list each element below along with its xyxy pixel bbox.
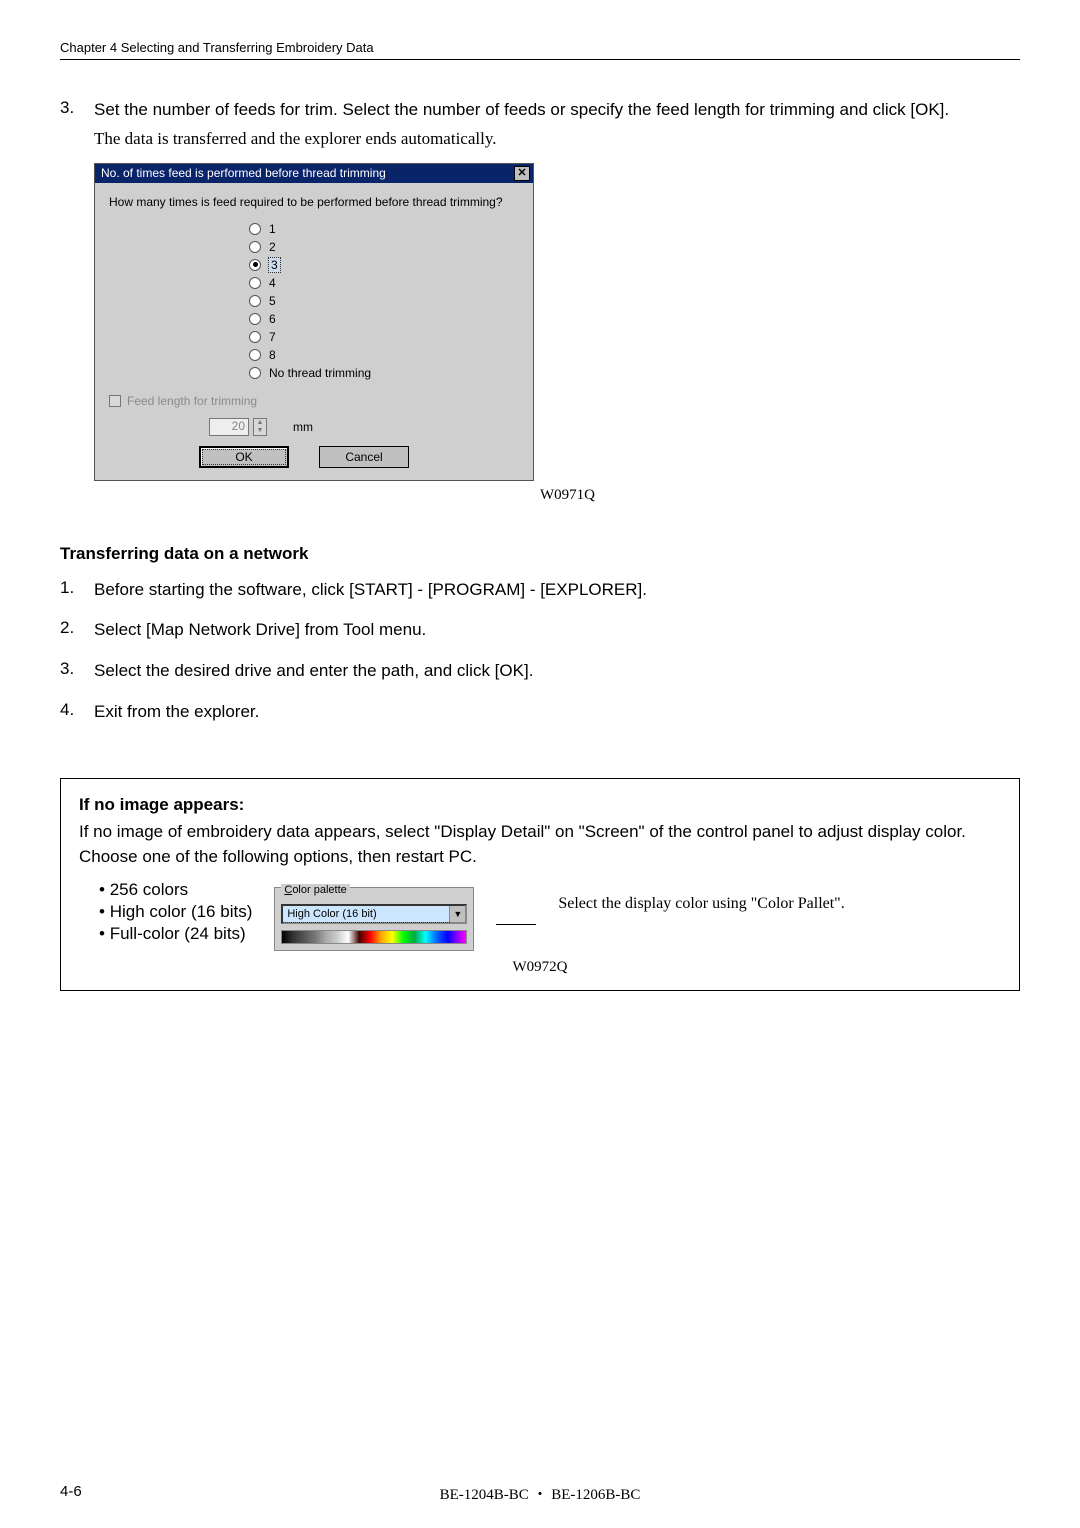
page-footer: 4-6 BE-1204B-BC ・ BE-1206B-BC <box>60 1483 1020 1500</box>
radio-option-1[interactable]: 1 <box>249 222 519 236</box>
step-number: 2. <box>60 618 94 643</box>
radio-option-5[interactable]: 5 <box>249 294 519 308</box>
step-text: Exit from the explorer. <box>94 700 1020 725</box>
radio-option-2[interactable]: 2 <box>249 240 519 254</box>
page-number: 4-6 <box>60 1483 82 1500</box>
footer-model: BE-1204B-BC ・ BE-1206B-BC <box>440 1483 641 1504</box>
color-strip <box>281 930 467 944</box>
dialog-title: No. of times feed is performed before th… <box>101 166 386 180</box>
feed-length-input[interactable]: 20 <box>209 418 249 436</box>
radio-option-3[interactable]: 3 <box>249 258 519 272</box>
box-text-1: If no image of embroidery data appears, … <box>79 821 1001 844</box>
dialog-prompt: How many times is feed required to be pe… <box>109 195 519 210</box>
step-number: 1. <box>60 578 94 603</box>
close-icon[interactable]: ✕ <box>514 166 530 181</box>
list-item: High color (16 bits) <box>99 901 252 923</box>
step-number: 3. <box>60 659 94 684</box>
radio-label: 1 <box>269 222 276 236</box>
list-item: 256 colors <box>99 879 252 901</box>
box-heading: If no image appears: <box>79 795 1001 815</box>
radio-option-no-trim[interactable]: No thread trimming <box>249 366 519 380</box>
leader-line <box>496 924 536 925</box>
cancel-button[interactable]: Cancel <box>319 446 409 468</box>
feed-length-checkbox[interactable] <box>109 395 121 407</box>
color-options-list: 256 colors High color (16 bits) Full-col… <box>99 879 252 945</box>
box-text-2: Choose one of the following options, the… <box>79 846 1001 869</box>
palette-legend: Color palette <box>281 884 349 896</box>
palette-select-value: High Color (16 bit) <box>283 906 449 922</box>
step-text: Set the number of feeds for trim. Select… <box>94 98 1020 123</box>
ok-button[interactable]: OK <box>199 446 289 468</box>
mm-unit-label: mm <box>293 420 313 434</box>
radio-label: 8 <box>269 348 276 362</box>
radio-option-6[interactable]: 6 <box>249 312 519 326</box>
radio-label: 2 <box>269 240 276 254</box>
radio-option-7[interactable]: 7 <box>249 330 519 344</box>
step-3: 3. Set the number of feeds for trim. Sel… <box>60 98 1020 123</box>
step-text: Before starting the software, click [STA… <box>94 578 1020 603</box>
radio-option-4[interactable]: 4 <box>249 276 519 290</box>
figure-reference-2: W0972Q <box>79 959 1001 976</box>
radio-option-8[interactable]: 8 <box>249 348 519 362</box>
chapter-header: Chapter 4 Selecting and Transferring Emb… <box>60 40 1020 60</box>
dialog-titlebar: No. of times feed is performed before th… <box>95 164 533 183</box>
radio-label: 6 <box>269 312 276 326</box>
step-number: 4. <box>60 700 94 725</box>
spinner-up-icon[interactable]: ▲ <box>254 419 266 427</box>
radio-label: 3 <box>269 258 280 272</box>
step-number: 3. <box>60 98 94 123</box>
radio-label: 4 <box>269 276 276 290</box>
radio-group: 1 2 3 4 5 6 7 8 No thread trimming <box>249 222 519 380</box>
feed-length-spinner[interactable]: ▲ ▼ <box>253 418 267 436</box>
list-item: Full-color (24 bits) <box>99 923 252 945</box>
radio-label: 5 <box>269 294 276 308</box>
step-text: Select the desired drive and enter the p… <box>94 659 1020 684</box>
subheading-network: Transferring data on a network <box>60 544 1020 564</box>
radio-label: No thread trimming <box>269 366 371 380</box>
feed-trim-dialog: No. of times feed is performed before th… <box>94 163 534 481</box>
figure-reference-1: W0971Q <box>540 487 1020 504</box>
palette-note: Select the display color using "Color Pa… <box>558 893 844 915</box>
color-palette-panel: Color palette High Color (16 bit) ▼ <box>274 887 474 951</box>
step-text: Select [Map Network Drive] from Tool men… <box>94 618 1020 643</box>
step-3-note: The data is transferred and the explorer… <box>94 129 1020 149</box>
color-palette-select[interactable]: High Color (16 bit) ▼ <box>281 904 467 924</box>
spinner-down-icon[interactable]: ▼ <box>254 427 266 435</box>
chevron-down-icon[interactable]: ▼ <box>449 906 465 922</box>
no-image-box: If no image appears: If no image of embr… <box>60 778 1020 991</box>
feed-length-label: Feed length for trimming <box>127 394 257 408</box>
radio-label: 7 <box>269 330 276 344</box>
